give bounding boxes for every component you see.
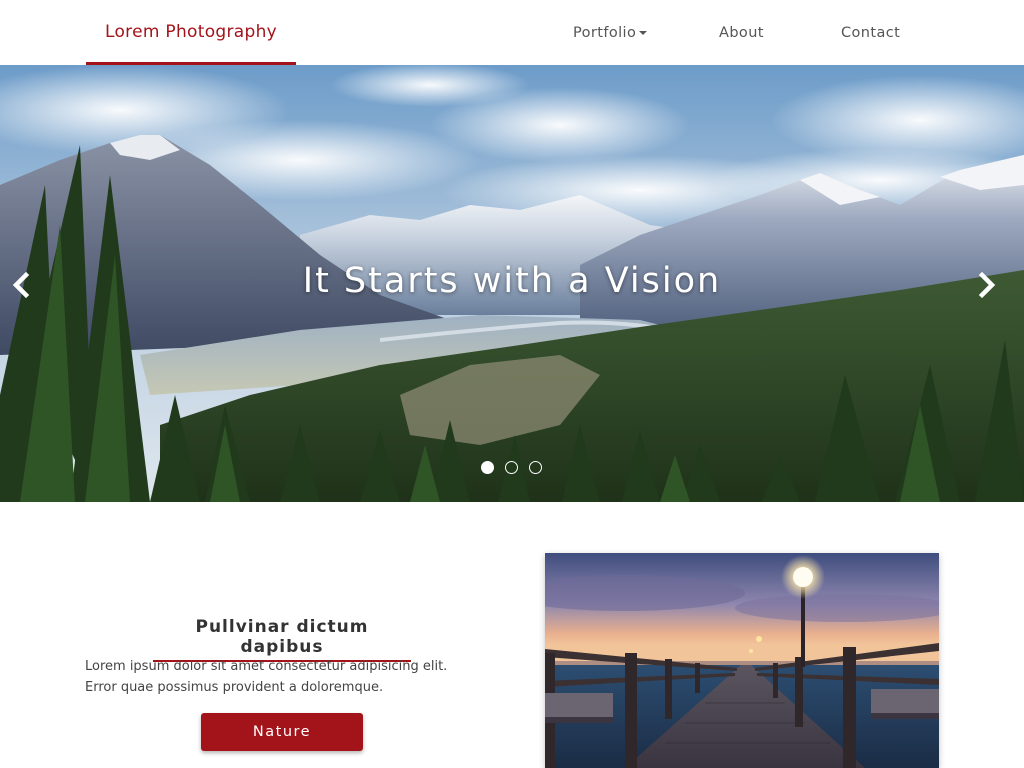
chevron-right-icon [978, 271, 996, 299]
chevron-left-icon [12, 271, 30, 299]
nav-portfolio-label: Portfolio [573, 25, 637, 41]
nav-portfolio-dropdown[interactable]: Portfolio [573, 0, 648, 65]
brand-logo-link[interactable]: Lorem Photography [86, 0, 296, 65]
pier-scene [545, 553, 939, 768]
nav-about-link[interactable]: About [719, 0, 764, 65]
feature-text: Lorem ipsum dolor sit amet consectetur a… [85, 659, 448, 695]
hero-caption: It Starts with a Vision [302, 261, 722, 301]
carousel-indicator-3[interactable] [529, 461, 542, 474]
carousel-next-button[interactable] [970, 265, 1004, 305]
carousel-indicators [479, 461, 549, 477]
caret-down-icon [639, 31, 648, 35]
nature-button[interactable]: Nature [201, 713, 363, 751]
pier-sunset-image [545, 553, 939, 768]
carousel-prev-button[interactable] [4, 265, 38, 305]
hero-carousel: It Starts with a Vision [0, 65, 1024, 502]
carousel-indicator-1[interactable] [481, 461, 494, 474]
nav-contact-link[interactable]: Contact [841, 0, 900, 65]
carousel-indicator-2[interactable] [505, 461, 518, 474]
navbar: Lorem Photography Portfolio About Contac… [0, 0, 1024, 65]
